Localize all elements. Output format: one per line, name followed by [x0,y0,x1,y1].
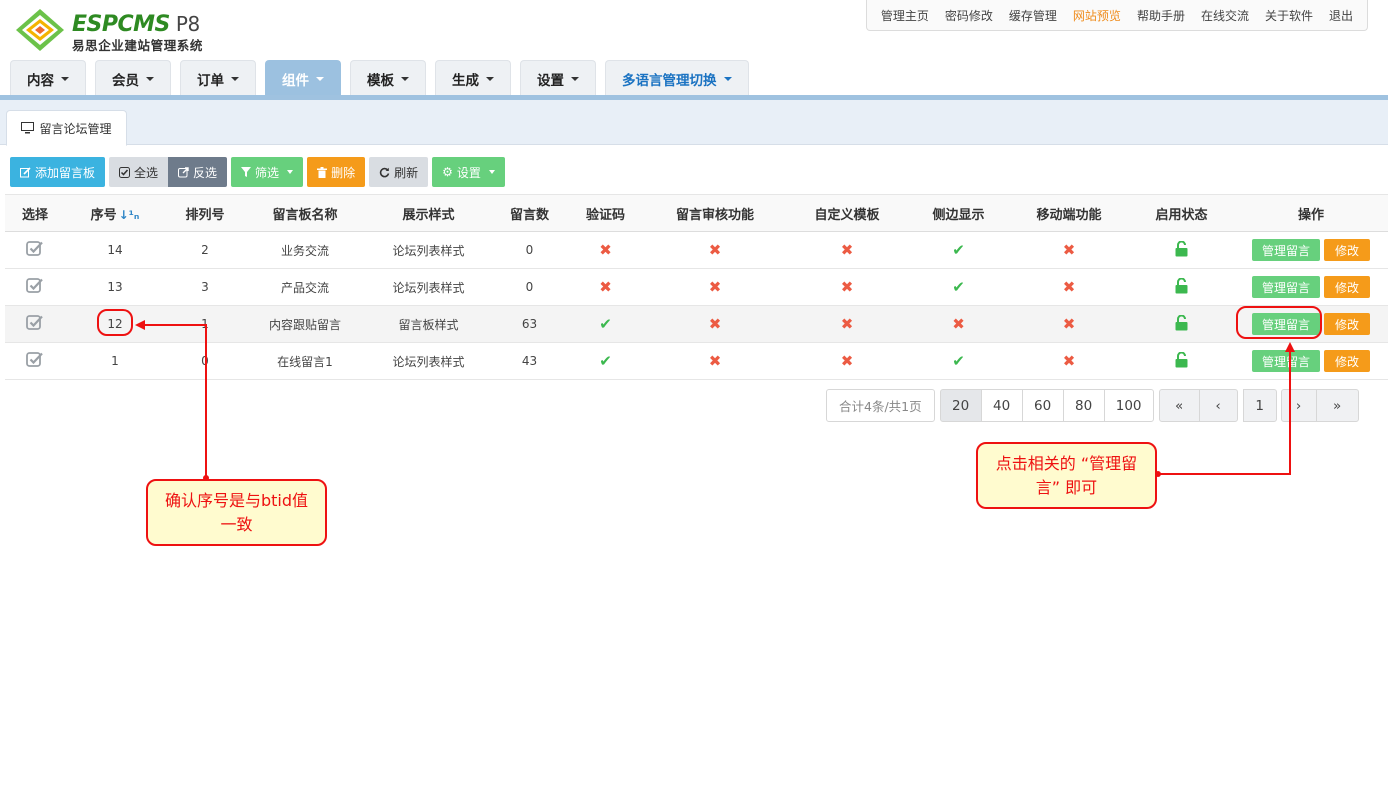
annotation-arrows [135,320,1295,481]
annotation-right: 点击相关的 “管理留言” 即可 [976,442,1157,509]
arrow-to-manage [1158,342,1295,475]
arrow-to-id [135,320,207,478]
annotation-left: 确认序号是与btid值一致 [146,479,327,546]
